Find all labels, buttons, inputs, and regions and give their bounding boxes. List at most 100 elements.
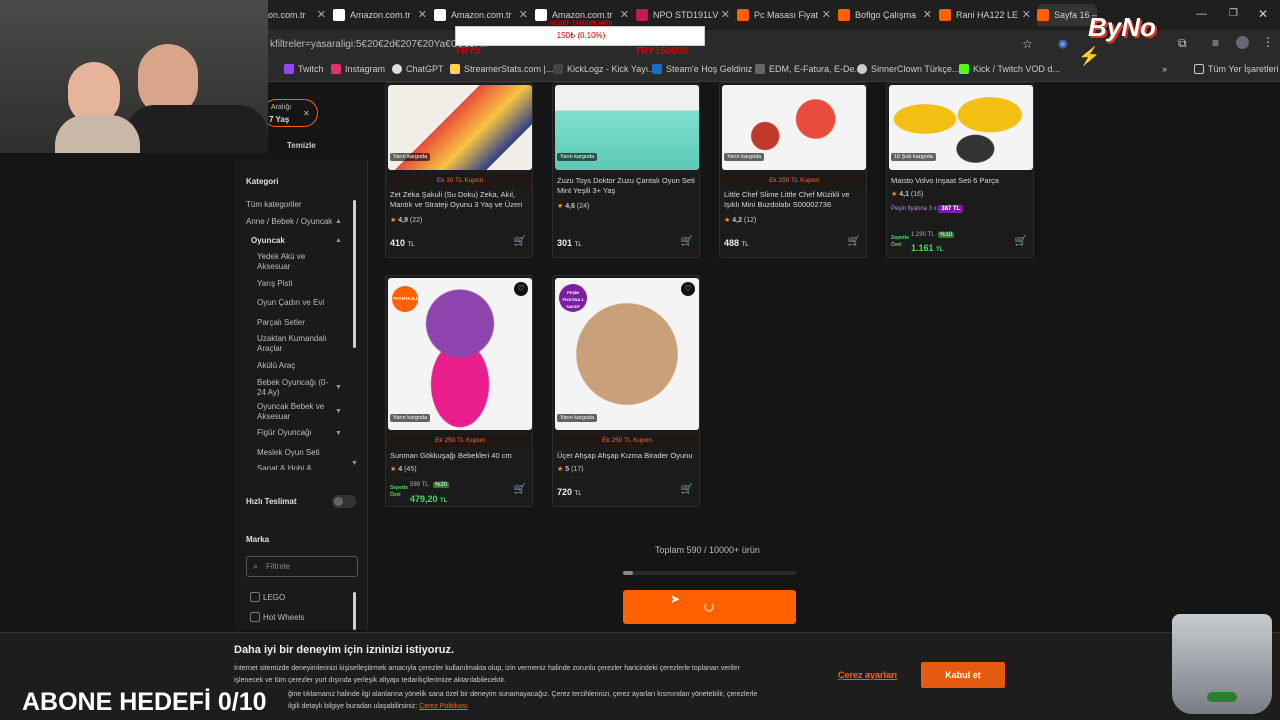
maximize-button[interactable]: ❐: [1229, 8, 1238, 19]
star-icon: ★: [390, 217, 397, 224]
tab-label: Rani HA122 LE: [956, 10, 1019, 20]
category-item[interactable]: Meslek Oyun Seti: [257, 448, 320, 458]
chevron-down-icon[interactable]: ▼: [335, 430, 342, 437]
tip-jar-icon: [1172, 614, 1272, 714]
brand-scrollbar[interactable]: [353, 592, 356, 630]
add-to-cart-icon[interactable]: 🛒: [1015, 236, 1027, 247]
category-item[interactable]: Figür Oyuncağı: [257, 428, 312, 438]
extension-icon[interactable]: ◉: [1058, 37, 1068, 50]
product-name[interactable]: Maisto Volvo Inşaat Seti 6 Parça: [891, 176, 1031, 186]
bookmark-kick-vod[interactable]: Kick / Twitch VOD d...: [959, 64, 1060, 74]
bookmark-sinnerclown[interactable]: SinnerClown Türkçe...: [857, 64, 959, 74]
chevron-up-icon[interactable]: ▲: [335, 218, 342, 225]
category-item[interactable]: Parçalı Setler: [257, 318, 305, 328]
bookmark-steam[interactable]: Steam'e Hoş Geldiniz: [652, 64, 752, 74]
bookmark-label: Tüm Yer İşaretleri: [1208, 64, 1279, 74]
product-card[interactable]: PEŞİN FİYATINA 3 TAKSİT ♡ Yarın kargoda …: [552, 275, 700, 507]
chevron-down-icon[interactable]: ▼: [351, 460, 358, 467]
add-to-cart-icon[interactable]: 🛒: [514, 484, 526, 495]
heart-icon[interactable]: ♡: [514, 282, 528, 296]
close-icon[interactable]: ✕: [1022, 8, 1031, 21]
product-card[interactable]: Yarın kargoda Zuzu Toys Doktor Zuzu Çant…: [552, 82, 700, 258]
product-name[interactable]: Little Chef Slime Little Chef Müzikli ve…: [724, 190, 864, 210]
close-icon[interactable]: ✕: [317, 8, 326, 21]
load-more-button[interactable]: [623, 590, 796, 624]
all-bookmarks[interactable]: Tüm Yer İşaretleri: [1194, 64, 1279, 74]
category-item[interactable]: Sanat & Hobi &: [257, 464, 312, 470]
star-icon[interactable]: ☆: [1022, 37, 1033, 51]
browser-tab[interactable]: Bofigo Çalışma ✕: [838, 4, 936, 26]
browser-tab[interactable]: on.com.tr ✕: [268, 4, 330, 26]
minimize-button[interactable]: —: [1196, 8, 1207, 20]
currency: TL: [440, 498, 448, 504]
brand-checkbox[interactable]: [250, 612, 260, 622]
bookmark-instagram[interactable]: Instagram: [331, 64, 385, 74]
more-menu-icon[interactable]: ⋮: [1262, 35, 1274, 49]
category-item[interactable]: Bebek Oyuncağı (0-24 Ay): [257, 378, 329, 398]
product-name[interactable]: Zuzu Toys Doktor Zuzu Çantalı Oyun Seti …: [557, 176, 697, 196]
bookmark-chatgpt[interactable]: ChatGPT: [392, 64, 444, 74]
bookmark-kicklogz[interactable]: KickLogz - Kick Yayı...: [553, 64, 656, 74]
fast-delivery-toggle[interactable]: [332, 495, 356, 508]
product-card[interactable]: Yarın kargoda Ek 250 TL Kupon Little Che…: [719, 82, 867, 258]
currency: TL: [574, 242, 582, 248]
cookie-settings-link[interactable]: Çerez ayarları: [838, 670, 897, 680]
product-name[interactable]: Zet Zeka Şakuli (Su Doku) Zeka, Akıl, Ma…: [390, 190, 530, 210]
category-item[interactable]: Oyuncak Bebek ve Aksesuar: [257, 402, 329, 422]
category-item[interactable]: Yedek Akü ve Aksesuar: [257, 252, 327, 272]
category-item[interactable]: Tüm kategoriler: [246, 200, 302, 210]
chevron-up-icon[interactable]: ▲: [335, 237, 342, 244]
close-icon[interactable]: ✕: [418, 8, 427, 21]
coupon-label: Ek 250 TL Kupon: [722, 175, 866, 187]
puzzle-icon[interactable]: ⧉: [1178, 36, 1187, 51]
category-item[interactable]: Anne / Bebek / Oyuncak: [246, 217, 332, 227]
bookmark-edm[interactable]: EDM, E-Fatura, E-De...: [755, 64, 862, 74]
add-to-cart-icon[interactable]: 🛒: [514, 236, 526, 247]
close-icon[interactable]: ✕: [822, 8, 831, 21]
category-item[interactable]: Uzaktan Kumandalı Araçlar: [257, 334, 327, 354]
close-icon[interactable]: ✕: [721, 8, 730, 21]
bookmark-twitch[interactable]: Twitch: [284, 64, 324, 74]
close-icon[interactable]: ✕: [303, 109, 310, 118]
product-price: 301: [557, 238, 573, 248]
add-to-cart-icon[interactable]: 🛒: [848, 236, 860, 247]
category-heading: Kategori: [246, 177, 279, 186]
category-item[interactable]: Yarış Pisti: [257, 279, 292, 289]
accept-cookies-button[interactable]: Kabul et: [921, 662, 1005, 688]
menu-list-icon[interactable]: ≡: [1212, 36, 1219, 50]
product-card[interactable]: Yarın kargoda Ek 10 TL Kupon Zet Zeka Şa…: [385, 82, 533, 258]
brand-filter-input[interactable]: ⌕ Filtrele: [246, 556, 358, 577]
add-to-cart-icon[interactable]: 🛒: [681, 236, 693, 247]
category-item-selected[interactable]: Oyuncak: [251, 236, 285, 246]
close-icon[interactable]: ✕: [519, 8, 528, 21]
browser-tab[interactable]: Amazon.com.tr ✕: [333, 4, 431, 26]
bookmark-streamerstats[interactable]: StreamerStats.com |...: [450, 64, 553, 74]
category-item[interactable]: Akülü Araç: [257, 361, 295, 371]
cookie-policy-link[interactable]: Çerez Politikası: [419, 703, 468, 710]
product-name[interactable]: Üçer Ahşap Ahşap Kızma Birader Oyunu: [557, 451, 697, 461]
close-icon[interactable]: ✕: [923, 8, 932, 21]
browser-tab[interactable]: Rani HA122 LE ✕: [939, 4, 1035, 26]
category-scrollbar[interactable]: [353, 200, 356, 348]
heart-icon[interactable]: ♡: [681, 282, 695, 296]
star-icon: ★: [557, 203, 564, 210]
product-name[interactable]: Sunman Gökkuşağı Bebekleri 40 cm: [390, 451, 530, 461]
close-icon[interactable]: ✕: [620, 8, 629, 21]
cookie-title: Daha iyi bir deneyim için izninizi istiy…: [234, 644, 455, 656]
category-item[interactable]: Oyun Çadırı ve Evi: [257, 298, 324, 308]
window-close-button[interactable]: ✕: [1258, 7, 1268, 21]
bookmark-label: Steam'e Hoş Geldiniz: [666, 64, 753, 74]
product-card[interactable]: 18 Şub kargoda Maisto Volvo Inşaat Seti …: [886, 82, 1034, 258]
brand-checkbox[interactable]: [250, 592, 260, 602]
bookmark-label: ChatGPT: [406, 64, 444, 74]
add-to-cart-icon[interactable]: 🛒: [681, 484, 693, 495]
product-card[interactable]: AVANTAJLI ♡ Yarın kargoda Ek 250 TL Kupo…: [385, 275, 533, 507]
clear-filters-link[interactable]: Temizle: [287, 141, 316, 150]
currency: TL: [936, 247, 944, 253]
browser-tab[interactable]: Pc Masası Fiyat ✕: [737, 4, 835, 26]
chevron-down-icon[interactable]: ▼: [335, 384, 342, 391]
chevron-down-icon[interactable]: ▼: [335, 408, 342, 415]
active-filter-chip[interactable]: Aralığı 7 Yaş ✕: [262, 99, 318, 127]
profile-avatar[interactable]: [1236, 36, 1249, 49]
bookmarks-overflow[interactable]: »: [1162, 64, 1167, 74]
